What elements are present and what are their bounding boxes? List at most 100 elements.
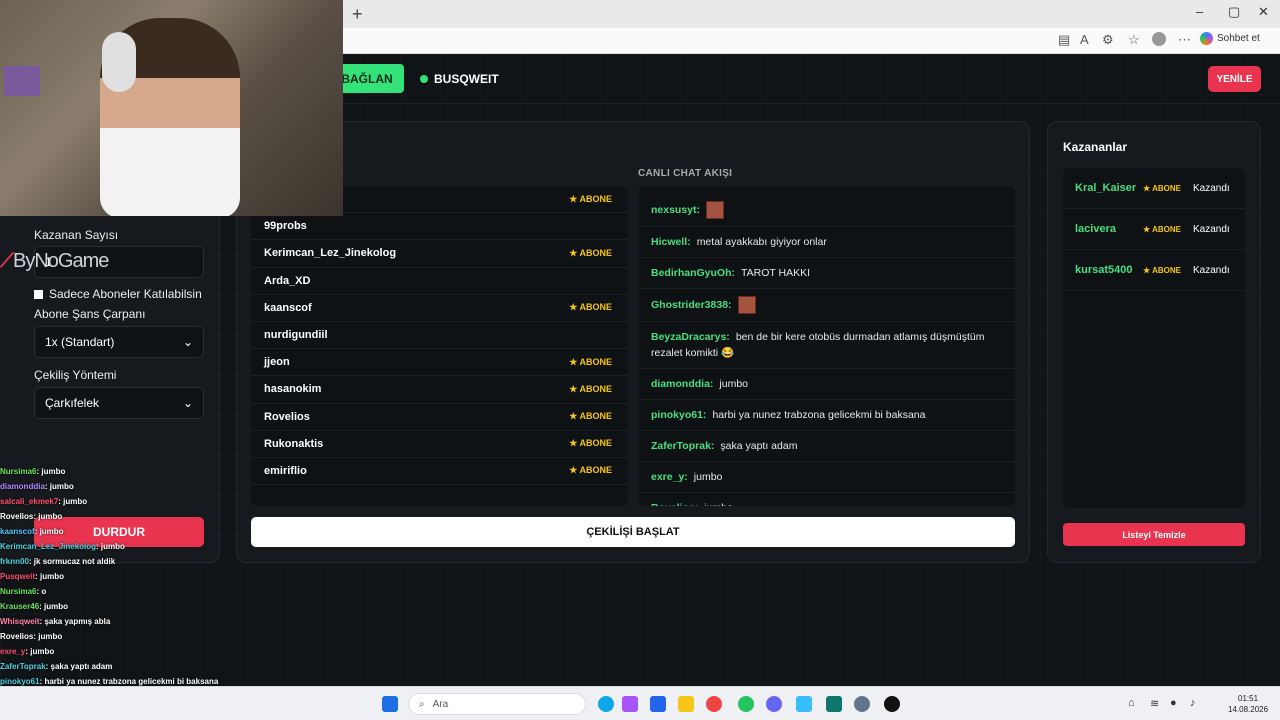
overlay-message: Rovelios: jumbo: [0, 509, 330, 524]
overlay-message: ZaferToprak: şaka yaptı adam: [0, 659, 330, 674]
overlay-username: kaanscof: [0, 527, 35, 536]
overlay-text: : o: [36, 587, 47, 596]
favorites-icon[interactable]: ☆: [1128, 32, 1140, 48]
overlay-username: exre_y: [0, 647, 26, 656]
subs-only-label: Sadece Aboneler Katılabilsin: [49, 287, 202, 301]
participant-name: 99probs: [264, 220, 307, 233]
taskbar-search[interactable]: ⌕ Ara: [408, 693, 586, 715]
subscriber-badge: ★ ABONE: [569, 356, 612, 367]
network-icon[interactable]: ⌂: [1128, 697, 1135, 709]
participant-row[interactable]: Rukonaktis ★ ABONE: [251, 431, 628, 458]
folder-icon[interactable]: [678, 696, 694, 712]
chat-message: BedirhanGyuOh: TAROT HAKKI: [639, 258, 1015, 289]
date: 14.08.2026: [1228, 705, 1269, 714]
menu-icon[interactable]: ⋯: [1178, 32, 1191, 48]
overlay-text: : jumbo: [34, 527, 64, 536]
chat-message: Hicwell: metal ayakkabı giyiyor onlar: [639, 227, 1015, 258]
mic-icon[interactable]: ●: [1170, 697, 1177, 709]
app-icon[interactable]: [826, 696, 842, 712]
winner-status: Kazandı: [1193, 182, 1230, 194]
settings-icon[interactable]: [854, 696, 870, 712]
winner-count-label: Kazanan Sayısı: [34, 228, 119, 242]
close-button[interactable]: ✕: [1258, 4, 1269, 20]
copilot-button[interactable]: Sohbet et: [1200, 32, 1260, 45]
chat-text: jumbo: [704, 502, 733, 506]
obs-icon[interactable]: [884, 696, 900, 712]
winner-status: Kazandı: [1193, 264, 1230, 276]
multiplier-select[interactable]: 1x (Standart) ⌄: [34, 326, 204, 358]
chat-text: jumbo: [693, 471, 723, 483]
participant-row[interactable]: Kerimcan_Lez_Jinekolog ★ ABONE: [251, 240, 628, 268]
multiplier-label: Abone Şans Çarpanı: [34, 307, 146, 321]
search-placeholder: Ara: [432, 698, 449, 710]
overlay-text: : harbi ya nunez trabzona gelicekmi bi b…: [39, 677, 219, 686]
chat-text: şaka yaptı adam: [720, 440, 798, 452]
subs-only-checkbox[interactable]: Sadece Aboneler Katılabilsin: [34, 287, 202, 301]
profile-avatar[interactable]: [1152, 32, 1166, 46]
volume-icon[interactable]: ♪: [1190, 697, 1196, 709]
chat-username: ZaferToprak:: [651, 440, 715, 452]
participant-list[interactable]: ★ ABONE 99probs Kerimcan_Lez_Jinekolog ★ AB…: [251, 186, 628, 506]
spotify-icon[interactable]: [738, 696, 754, 712]
search-icon: ⌕: [419, 698, 425, 710]
minimize-button[interactable]: –: [1196, 4, 1203, 19]
chat-message: BeyzaDracarys: ben de bir kere otobüs dur…: [639, 322, 1015, 369]
app-icon[interactable]: [796, 696, 812, 712]
store-icon[interactable]: [650, 696, 666, 712]
overlay-text: : jumbo: [44, 482, 74, 491]
overlay-text: : jumbo: [96, 542, 125, 551]
discord-icon[interactable]: [766, 696, 782, 712]
wifi-icon[interactable]: ≋: [1150, 697, 1159, 710]
overlay-text: : jumbo: [25, 647, 55, 656]
chat-username: pinokyo61:: [651, 409, 707, 421]
chat-message: ZaferToprak: şaka yaptı adam: [639, 431, 1015, 462]
overlay-username: Whisqweit: [0, 617, 40, 626]
participant-row[interactable]: Arda_XD: [251, 268, 628, 295]
overlay-message: Pusqweit: jumbo: [0, 569, 330, 584]
winner-row: Kral_Kaiser ★ ABONE Kazandı: [1063, 168, 1245, 209]
participant-name: Rovelios: [264, 410, 310, 423]
chat-text: jumbo: [719, 378, 749, 390]
winner-row: kursat5400 ★ ABONE Kazandı: [1063, 250, 1245, 291]
overlay-text: : jumbo: [39, 602, 69, 611]
overlay-text: : jk sormucaz not aldik: [28, 557, 116, 566]
overlay-username: pinokyo61: [0, 677, 40, 686]
participant-row[interactable]: hasanokim ★ ABONE: [251, 376, 628, 404]
copilot-icon: [1200, 32, 1213, 45]
overlay-username: Pusqweit: [0, 572, 36, 581]
participant-row[interactable]: jjeon ★ ABONE: [251, 349, 628, 377]
chat-title: CANLI CHAT AKIŞI: [638, 168, 733, 179]
method-select[interactable]: Çarkıfelek ⌄: [34, 387, 204, 419]
new-tab-button[interactable]: +: [352, 4, 363, 25]
headphone-icon: [102, 32, 136, 92]
emote-icon: [706, 201, 725, 219]
clock[interactable]: 01:51 14.08.2026: [1228, 693, 1268, 715]
edge-icon[interactable]: [598, 696, 614, 712]
subscriber-badge: ★ ABONE: [1143, 224, 1181, 234]
overlay-text: : jumbo: [33, 512, 63, 521]
participant-row[interactable]: nurdigundiil: [251, 322, 628, 350]
chat-message: exre_y: jumbo: [639, 462, 1015, 493]
participant-name: Arda_XD: [264, 274, 311, 287]
copilot-app-icon[interactable]: [622, 696, 638, 712]
overlay-username: Rovelios: [0, 632, 34, 641]
refresh-button[interactable]: YENİLE: [1208, 66, 1261, 92]
winner-status: Kazandı: [1193, 223, 1230, 235]
participant-row[interactable]: 99probs: [251, 213, 628, 241]
winner-name: kursat5400: [1075, 264, 1133, 276]
participant-row[interactable]: kaanscof ★ ABONE: [251, 295, 628, 322]
chat-feed[interactable]: nexsusyt: Hicwell: metal ayakkabı giyiyor …: [639, 186, 1015, 506]
chat-username: BedirhanGyuOh:: [651, 267, 736, 279]
winners-title: Kazananlar: [1063, 140, 1128, 154]
chat-message: diamonddia: jumbo: [639, 369, 1015, 400]
start-giveaway-button[interactable]: ÇEKİLİŞİ BAŞLAT: [251, 517, 1015, 547]
participant-row[interactable]: Rovelios ★ ABONE: [251, 404, 628, 431]
reader-icon[interactable]: ▤: [1058, 32, 1070, 48]
start-icon[interactable]: [382, 696, 398, 712]
extensions-icon[interactable]: ⚙: [1102, 32, 1114, 48]
overlay-message: Krauser46: jumbo: [0, 599, 330, 614]
maximize-button[interactable]: ▢: [1228, 4, 1240, 20]
font-icon[interactable]: A: [1080, 32, 1089, 47]
chrome-icon[interactable]: [706, 696, 722, 712]
clear-list-button[interactable]: Listeyi Temizle: [1063, 523, 1245, 546]
